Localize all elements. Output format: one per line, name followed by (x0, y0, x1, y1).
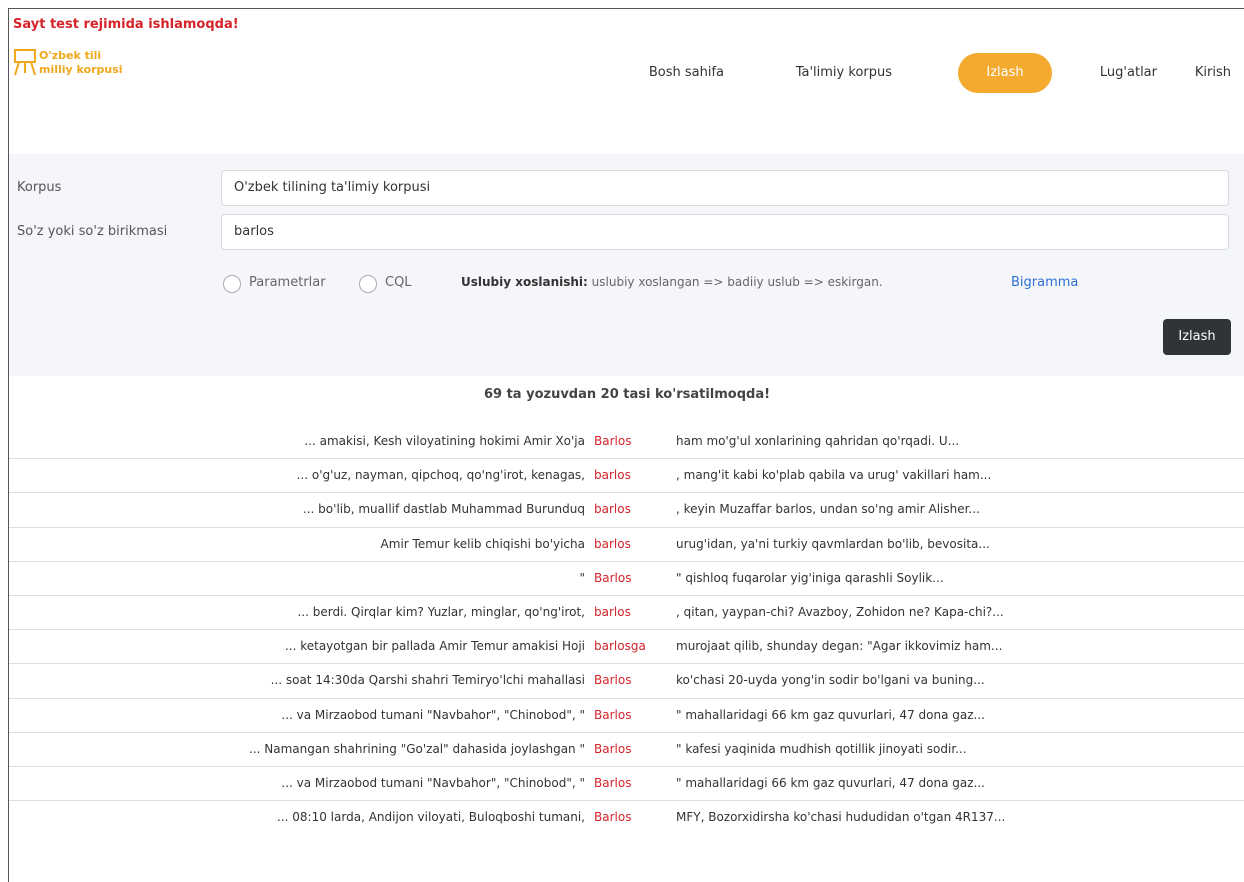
result-row: ... Namangan shahrining "Go'zal" dahasid… (9, 733, 1244, 767)
style-note: Uslubiy xoslanishi: uslubiy xoslangan =>… (461, 275, 883, 289)
right-context: urug'idan, ya'ni turkiy qavmlardan bo'li… (676, 536, 990, 551)
keyword[interactable]: barlos (594, 493, 631, 526)
left-context: ... ketayotgan bir pallada Amir Temur am… (284, 639, 585, 654)
corpus-select[interactable]: O'zbek tilining ta'limiy korpusi (221, 170, 1229, 206)
result-row: ... o'g'uz, nayman, qipchoq, qo'ng'irot,… (9, 459, 1244, 494)
site-logo[interactable]: O'zbek tili milliy korpusi (13, 45, 153, 85)
left-context: ... 08:10 larda, Andijon viloyati, Buloq… (277, 810, 585, 825)
left-context: Amir Temur kelib chiqishi bo'yicha (380, 536, 585, 551)
corpus-label: Korpus (17, 180, 62, 195)
result-row: ... 08:10 larda, Andijon viloyati, Buloq… (9, 801, 1244, 835)
keyword[interactable]: Barlos (594, 733, 631, 766)
style-value: uslubiy xoslangan => badiiy uslub => esk… (591, 275, 883, 289)
left-context: ... bo'lib, muallif dastlab Muhammad Bur… (302, 502, 585, 517)
nav-educational-corpus[interactable]: Ta'limiy korpus (796, 53, 892, 93)
search-panel: Korpus O'zbek tilining ta'limiy korpusi … (9, 154, 1244, 376)
easel-icon (14, 49, 36, 76)
result-row: ... ketayotgan bir pallada Amir Temur am… (9, 630, 1244, 665)
left-context: " (579, 570, 585, 585)
keyword[interactable]: Barlos (594, 801, 631, 834)
result-row: " Barlos " qishloq fuqarolar yig'iniga qar… (9, 562, 1244, 596)
keyword[interactable]: Barlos (594, 425, 631, 458)
nav-login[interactable]: Kirish (1195, 53, 1231, 93)
result-row: ... bo'lib, muallif dastlab Muhammad Bur… (9, 493, 1244, 528)
nav-home[interactable]: Bosh sahifa (649, 53, 724, 93)
left-context: ... va Mirzaobod tumani "Navbahor", "Chi… (281, 775, 585, 790)
search-button[interactable]: Izlash (1163, 319, 1231, 355)
left-context: ... o'g'uz, nayman, qipchoq, qo'ng'irot,… (296, 468, 585, 483)
keyword[interactable]: Barlos (594, 699, 631, 732)
result-row: ... amakisi, Kesh viloyatining hokimi Am… (9, 425, 1244, 460)
cql-radio-button[interactable] (359, 275, 377, 293)
page-frame: Sayt test rejimida ishlamoqda! O'zbek ti… (8, 8, 1244, 882)
nav-search[interactable]: Izlash (958, 53, 1052, 93)
word-label: So'z yoki so'z birikmasi (17, 224, 168, 239)
params-radio-button[interactable] (223, 275, 241, 293)
results-list: ... amakisi, Kesh viloyatining hokimi Am… (9, 425, 1244, 835)
logo-text: O'zbek tili milliy korpusi (39, 49, 123, 76)
params-radio-label: Parametrlar (249, 275, 326, 290)
right-context: murojaat qilib, shunday degan: "Agar ikk… (676, 639, 1003, 654)
right-context: " mahallaridagi 66 km gaz quvurlari, 47 … (676, 775, 985, 790)
right-context: " mahallaridagi 66 km gaz quvurlari, 47 … (676, 707, 985, 722)
right-context: , qitan, yaypan-chi? Avazboy, Zohidon ne… (676, 604, 1004, 619)
left-context: ... Namangan shahrining "Go'zal" dahasid… (249, 741, 585, 756)
keyword[interactable]: Barlos (594, 767, 631, 800)
right-context: , keyin Muzaffar barlos, undan so'ng ami… (676, 502, 980, 517)
test-mode-warning: Sayt test rejimida ishlamoqda! (13, 17, 239, 32)
keyword[interactable]: barlos (594, 596, 631, 629)
result-row: ... berdi. Qirqlar kim? Yuzlar, minglar,… (9, 596, 1244, 631)
right-context: MFY, Bozorxidirsha ko'chasi hududidan o'… (676, 810, 1006, 825)
keyword[interactable]: Barlos (594, 664, 631, 697)
right-context: " kafesi yaqinida mudhish qotillik jinoy… (676, 741, 967, 756)
right-context: , mang'it kabi ko'plab qabila va urug' v… (676, 468, 992, 483)
result-row: ... soat 14:30da Qarshi shahri Temiryo'l… (9, 664, 1244, 699)
style-label: Uslubiy xoslanishi: (461, 275, 588, 289)
cql-radio-label: CQL (385, 275, 412, 290)
left-context: ... va Mirzaobod tumani "Navbahor", "Chi… (281, 707, 585, 722)
right-context: ko'chasi 20-uyda yong'in sodir bo'lgani … (676, 673, 985, 688)
left-context: ... berdi. Qirqlar kim? Yuzlar, minglar,… (297, 604, 585, 619)
keyword[interactable]: barlosga (594, 630, 646, 663)
left-context: ... amakisi, Kesh viloyatining hokimi Am… (304, 434, 585, 448)
result-row: Amir Temur kelib chiqishi bo'yicha barlos… (9, 528, 1244, 562)
keyword[interactable]: Barlos (594, 562, 631, 595)
results-summary: 69 ta yozuvdan 20 tasi ko'rsatilmoqda! (483, 387, 771, 402)
left-context: ... soat 14:30da Qarshi shahri Temiryo'l… (270, 673, 585, 688)
result-row: ... va Mirzaobod tumani "Navbahor", "Chi… (9, 699, 1244, 733)
nav-dictionaries[interactable]: Lug'atlar (1100, 53, 1157, 93)
word-input[interactable]: barlos (221, 214, 1229, 250)
result-row: ... va Mirzaobod tumani "Navbahor", "Chi… (9, 767, 1244, 802)
keyword[interactable]: barlos (594, 459, 631, 492)
right-context: ham mo'g'ul xonlarining qahridan qo'rqad… (676, 434, 960, 448)
right-context: " qishloq fuqarolar yig'iniga qarashli S… (676, 570, 944, 585)
keyword[interactable]: barlos (594, 528, 631, 561)
bigram-link[interactable]: Bigramma (1011, 275, 1078, 290)
